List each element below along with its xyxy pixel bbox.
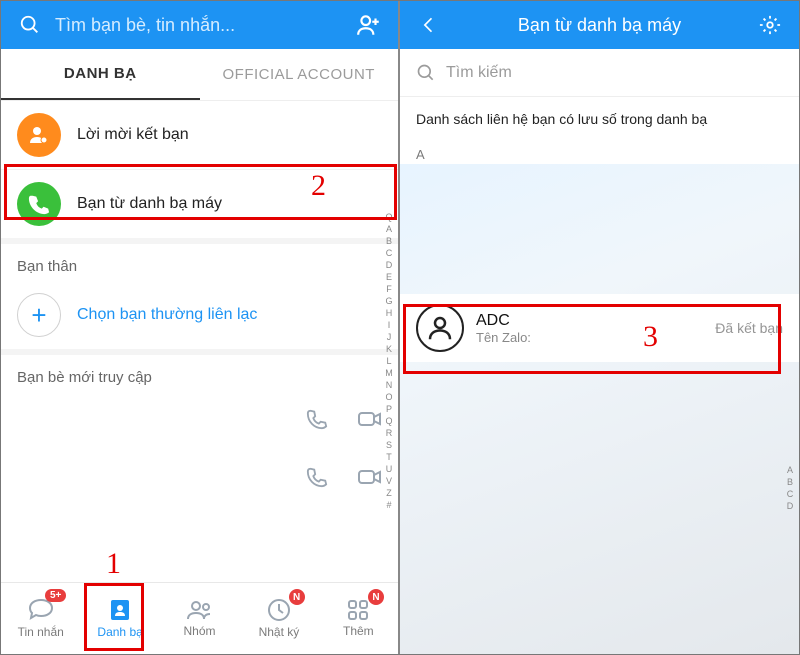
recent-item[interactable] [17,450,382,508]
badge: 5+ [45,589,66,602]
friend-requests-label: Lời mời kết bạn [77,126,189,144]
letter-header: A [400,141,799,164]
contact-status: Đã kết bạn [715,320,783,336]
nav-more[interactable]: N Thêm [319,583,398,654]
nav-label: Tin nhắn [18,625,64,639]
nav-label: Nhóm [184,624,216,638]
recent-access-label: Bạn bè mới truy cập [1,349,398,392]
right-body: ADC Tên Zalo: Đã kết bạn ABCD [400,164,799,654]
gear-icon[interactable] [753,14,787,36]
description: Danh sách liên hệ bạn có lưu số trong da… [400,97,799,141]
callout-1-num: 1 [106,547,121,581]
nav-messages[interactable]: 5+ Tin nhắn [1,583,80,654]
nav-groups[interactable]: Nhóm [160,583,239,654]
nav-label: Danh bạ [97,625,142,639]
avatar-icon [416,304,464,352]
contact-zalo-label: Tên Zalo: [476,330,703,345]
contact-row[interactable]: ADC Tên Zalo: Đã kết bạn [400,294,799,362]
badge: N [289,589,305,605]
screen-contacts: DANH BẠ OFFICIAL ACCOUNT Lời mời kết bạn… [1,1,400,654]
nav-diary[interactable]: N Nhật ký [239,583,318,654]
search-input[interactable] [55,15,352,36]
search-row[interactable]: Tìm kiếm [400,49,799,97]
phone-contacts-label: Bạn từ danh bạ máy [77,195,222,213]
search-placeholder: Tìm kiếm [446,64,512,82]
call-icon[interactable] [306,408,328,435]
callout-3-num: 3 [643,320,658,354]
recent-item[interactable] [17,392,382,450]
search-icon[interactable] [13,14,47,36]
add-friend-icon[interactable] [352,12,386,38]
right-header: Bạn từ danh bạ máy [400,1,799,49]
choose-frequent-label: Chọn bạn thường liên lạc [77,306,257,324]
left-header [1,1,398,49]
close-friends-label: Bạn thân [1,238,398,281]
choose-frequent-row[interactable]: + Chọn bạn thường liên lạc [1,281,398,349]
contact-name: ADC [476,312,703,330]
screen-phone-contacts: Bạn từ danh bạ máy Tìm kiếm Danh sách li… [400,1,799,654]
video-icon[interactable] [358,409,382,434]
back-icon[interactable] [412,15,446,35]
nav-contacts[interactable]: Danh bạ [80,583,159,654]
add-icon: + [17,293,61,337]
call-icon[interactable] [306,466,328,493]
bottom-nav: 5+ Tin nhắn Danh bạ Nhóm N Nhật ký N Thê… [1,582,398,654]
tab-contacts[interactable]: DANH BẠ [1,49,200,100]
video-icon[interactable] [358,467,382,492]
phone-contacts-icon [17,182,61,226]
friend-requests-row[interactable]: Lời mời kết bạn [1,101,398,170]
alpha-index[interactable]: QABCDEFGHIJKLMNOPQRSTUVZ# [382,211,396,511]
nav-label: Nhật ký [259,625,300,639]
recent-list [1,392,398,508]
alpha-index-right[interactable]: ABCD [783,464,797,512]
nav-label: Thêm [343,624,374,638]
friend-requests-icon [17,113,61,157]
tab-official-account[interactable]: OFFICIAL ACCOUNT [200,49,399,100]
badge: N [368,589,384,605]
tabs: DANH BẠ OFFICIAL ACCOUNT [1,49,398,101]
page-title: Bạn từ danh bạ máy [446,15,753,36]
callout-2-num: 2 [311,169,326,203]
phone-contacts-row[interactable]: Bạn từ danh bạ máy [1,170,398,238]
